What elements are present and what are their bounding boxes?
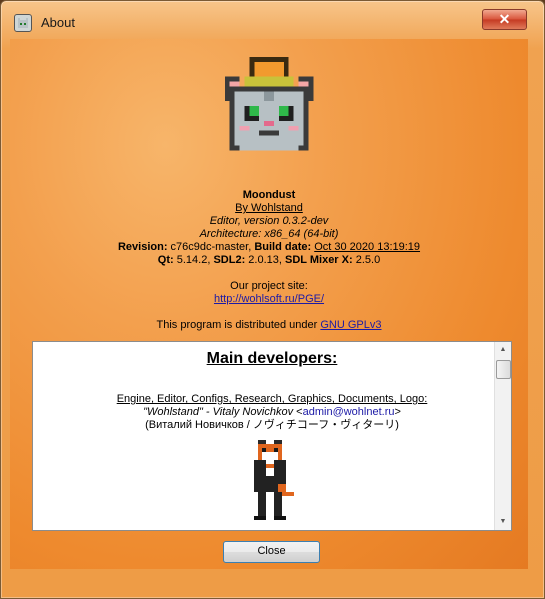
close-icon[interactable]: ✕ (482, 9, 527, 30)
project-site-label: Our project site: (230, 280, 308, 292)
revision-line: Revision: c76c9dc-master, Build date: Oc… (10, 241, 528, 254)
build-date-value: Oct 30 2020 13:19:19 (314, 241, 421, 253)
fox-avatar (254, 440, 294, 520)
sdl2-label: SDL2: (213, 254, 246, 266)
scroll-thumb[interactable] (496, 360, 511, 379)
project-site-link[interactable]: http://wohlsoft.ru/PGE/ (10, 293, 528, 306)
versions-line: Qt: 5.14.2, SDL2: 2.0.13, SDL Mixer X: 2… (10, 254, 528, 267)
developer-credits: Engine, Editor, Configs, Research, Graph… (33, 393, 511, 432)
developer-roles: Engine, Editor, Configs, Research, Graph… (116, 393, 428, 405)
app-cat-icon (14, 14, 32, 32)
about-info: Moondust By Wohlstand Editor, version 0.… (10, 189, 528, 332)
cat-logo (224, 56, 314, 151)
qt-label: Qt: (157, 254, 174, 266)
qt-value: 5.14.2, (176, 254, 211, 266)
window-title: About (41, 15, 75, 30)
revision-label: Revision: (117, 241, 168, 253)
sdl-mixer-label: SDL Mixer X: (285, 254, 353, 266)
scroll-up-icon[interactable]: ▲ (495, 342, 511, 358)
editor-version: Editor, version 0.3.2-dev (209, 215, 329, 227)
developer-native-name: (Виталий Новичков / ノヴィチコーフ・ヴィターリ) (145, 419, 399, 431)
license-text: This program is distributed under (156, 319, 318, 331)
developer-line: "Wohlstand" - Vitaly Novichkov <admin@wo… (143, 406, 401, 418)
author-link[interactable]: By Wohlstand (10, 202, 528, 215)
developer-email-link[interactable]: admin@wohlnet.ru (303, 406, 395, 418)
architecture: Architecture: x86_64 (64-bit) (199, 228, 339, 240)
close-button[interactable]: Close (223, 541, 320, 563)
developer-name: "Wohlstand" - Vitaly Novichkov (143, 406, 294, 418)
title-bar[interactable]: About ✕ (1, 1, 544, 39)
developers-panel[interactable]: Main developers: Engine, Editor, Configs… (32, 341, 512, 531)
app-name: Moondust (242, 189, 296, 201)
license-line: This program is distributed under GNU GP… (10, 319, 528, 332)
developers-heading: Main developers: (206, 350, 338, 367)
scroll-down-icon[interactable]: ▼ (495, 514, 511, 530)
sdl2-value: 2.0.13, (248, 254, 282, 266)
developers-scrollbar[interactable]: ▲ ▼ (494, 342, 511, 530)
revision-value: c76c9dc-master, (170, 241, 252, 253)
dialog-content: Moondust By Wohlstand Editor, version 0.… (10, 39, 528, 569)
build-date-label: Build date: (254, 241, 312, 253)
license-link[interactable]: GNU GPLv3 (320, 319, 381, 331)
about-dialog: About ✕ Moondust By Wohlstand Editor, ve… (0, 0, 545, 599)
sdl-mixer-value: 2.5.0 (355, 254, 381, 266)
